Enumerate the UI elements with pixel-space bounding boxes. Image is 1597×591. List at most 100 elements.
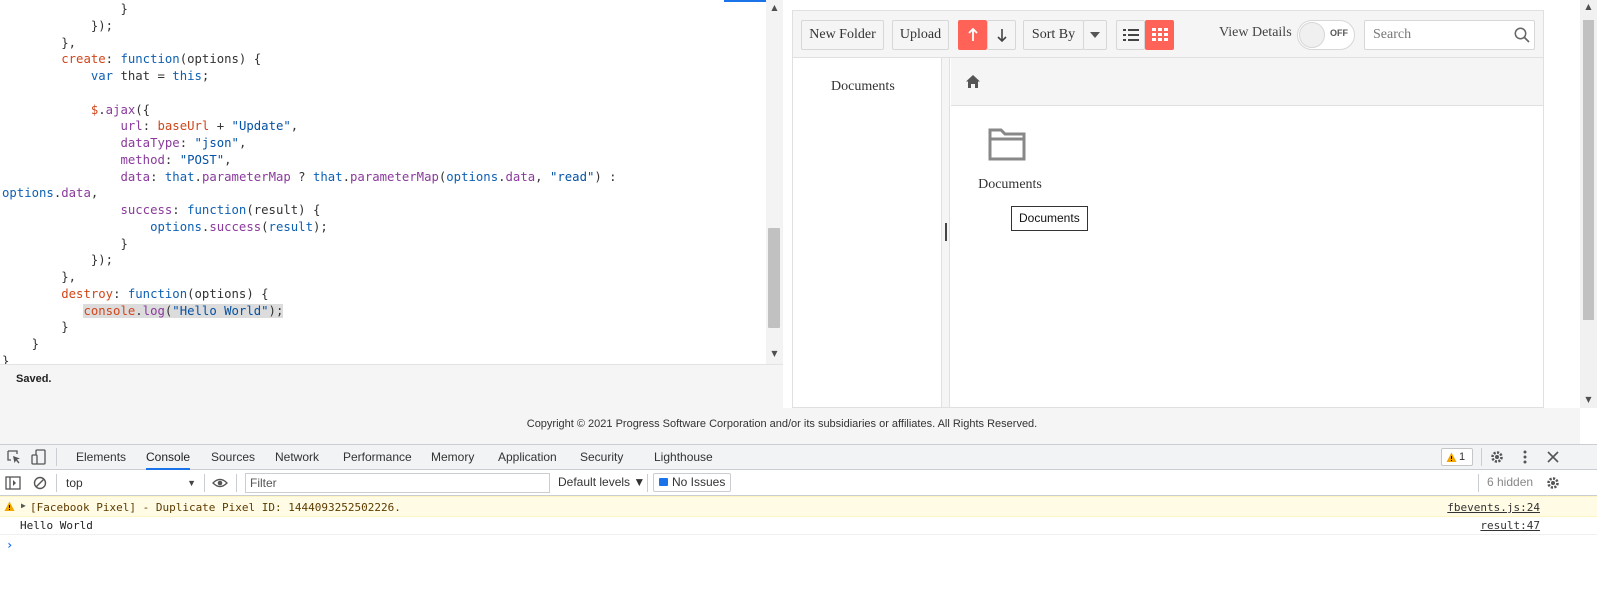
code-token: } (2, 320, 69, 335)
filter-input[interactable] (250, 476, 545, 490)
code-line[interactable]: create: function(options) { (2, 51, 261, 68)
code-line[interactable]: }, (2, 35, 76, 52)
folder-item-documents[interactable]: Documents (977, 126, 1043, 204)
clear-console-icon[interactable] (32, 475, 48, 491)
console-output[interactable]: ▶ [Facebook Pixel] - Duplicate Pixel ID:… (0, 496, 1597, 591)
sidebar-toggle-icon[interactable] (5, 475, 21, 491)
console-message-log[interactable]: Hello World result:47 (0, 517, 1597, 535)
code-token: : (105, 52, 121, 67)
list-view-button[interactable] (1116, 20, 1145, 50)
scroll-down-arrow-icon[interactable]: ▼ (766, 346, 783, 362)
upload-button[interactable]: Upload (892, 20, 949, 50)
code-line[interactable]: destroy: function(options) { (2, 286, 268, 303)
code-line[interactable]: } (2, 1, 127, 18)
page-scroll-up-icon[interactable]: ▲ (1580, 0, 1597, 14)
tab-network[interactable]: Network (275, 445, 319, 470)
home-icon[interactable] (965, 74, 981, 89)
scroll-up-arrow-icon[interactable]: ▲ (766, 0, 783, 16)
console-settings-gear-icon[interactable] (1545, 475, 1561, 491)
console-message-warning[interactable]: ▶ [Facebook Pixel] - Duplicate Pixel ID:… (0, 496, 1597, 517)
expand-triangle-icon[interactable]: ▶ (21, 501, 26, 510)
page-scrollbar[interactable]: ▲ ▼ (1580, 0, 1597, 408)
code-area[interactable]: } }); }, create: function(options) { var… (0, 0, 766, 364)
sort-by-dropdown-button[interactable] (1083, 20, 1107, 50)
sort-descending-button[interactable] (987, 20, 1016, 50)
code-token: , (224, 152, 232, 167)
console-filter[interactable] (245, 473, 550, 493)
code-token: (options) { (179, 52, 262, 67)
page-scroll-thumb[interactable] (1583, 20, 1594, 320)
log-levels-dropdown[interactable]: Default levels ▼ (558, 475, 645, 489)
tree-node-documents[interactable]: Documents (831, 79, 895, 95)
log-source-link[interactable]: result:47 (1480, 519, 1540, 532)
code-line[interactable]: $.ajax({ (2, 102, 150, 119)
live-expression-eye-icon[interactable] (212, 475, 228, 491)
code-line[interactable]: }); (2, 252, 113, 269)
settings-gear-icon[interactable] (1489, 449, 1505, 465)
sort-ascending-button[interactable] (958, 20, 987, 50)
code-line[interactable]: } (2, 353, 9, 364)
code-line[interactable]: data: that.parameterMap ? that.parameter… (2, 169, 616, 186)
code-line[interactable]: options.data, (2, 185, 98, 202)
code-line[interactable]: } (2, 319, 69, 336)
search-icon[interactable] (1513, 26, 1531, 44)
new-folder-button[interactable]: New Folder (801, 20, 884, 50)
tab-lighthouse[interactable]: Lighthouse (654, 445, 713, 470)
code-line[interactable]: method: "POST", (2, 152, 232, 169)
tab-memory[interactable]: Memory (431, 445, 474, 470)
code-token: . (342, 169, 351, 184)
console-prompt[interactable]: › (6, 538, 13, 552)
editor-scrollbar[interactable]: ▲ ▼ (766, 0, 783, 364)
code-line[interactable]: }); (2, 18, 113, 35)
arrow-up-icon (968, 28, 978, 41)
device-toolbar-icon[interactable] (31, 449, 47, 465)
editor-scroll-thumb[interactable] (768, 228, 780, 328)
folder-item-name: Documents (978, 177, 1042, 192)
code-token: this (172, 69, 202, 83)
warning-source-link[interactable]: fbevents.js:24 (1447, 501, 1540, 514)
code-line[interactable]: }, (2, 269, 76, 286)
code-line[interactable]: } (2, 236, 127, 253)
code-token: . (194, 169, 202, 184)
tab-console[interactable]: Console (146, 445, 191, 470)
code-line[interactable]: var that = this; (2, 68, 209, 85)
code-line[interactable]: } (2, 336, 39, 353)
inspect-element-icon[interactable] (6, 449, 22, 465)
folder-tree: Documents (793, 58, 942, 407)
code-token: "Update" (231, 119, 291, 134)
tab-elements[interactable]: Elements (76, 445, 126, 470)
code-line[interactable]: url: baseUrl + "Update", (2, 118, 298, 135)
code-line[interactable]: dataType: "json", (2, 135, 246, 152)
page-scroll-down-icon[interactable]: ▼ (1580, 393, 1597, 407)
search-box[interactable] (1364, 20, 1535, 50)
code-line[interactable]: options.success(result); (2, 219, 328, 236)
issues-button[interactable]: No Issues (653, 473, 732, 492)
code-editor[interactable]: } }); }, create: function(options) { var… (0, 0, 783, 364)
warnings-badge[interactable]: 1 (1441, 448, 1473, 466)
code-line[interactable]: console.log("Hello World"); (2, 303, 284, 320)
sort-by-button[interactable]: Sort By (1023, 20, 1084, 50)
switch-knob[interactable] (1299, 22, 1325, 48)
context-selector[interactable]: top ▼ (66, 474, 196, 492)
tab-application[interactable]: Application (498, 445, 557, 470)
splitter-grip[interactable] (945, 223, 947, 241)
code-token: ? (290, 169, 313, 184)
tab-security[interactable]: Security (580, 445, 623, 470)
tab-sources[interactable]: Sources (211, 445, 255, 470)
code-token: baseUrl (157, 119, 210, 134)
close-devtools-icon[interactable] (1545, 449, 1561, 465)
search-input[interactable] (1373, 26, 1511, 44)
grid-view-button[interactable] (1145, 20, 1174, 50)
log-text: Hello World (20, 519, 93, 532)
caret-down-icon (1090, 32, 1100, 38)
arrow-down-icon (997, 29, 1007, 42)
pane-splitter[interactable] (942, 58, 950, 407)
more-options-icon[interactable] (1517, 449, 1533, 465)
code-line[interactable]: success: function(result) { (2, 202, 320, 219)
code-token: data (120, 169, 151, 184)
switch-state-label: OFF (1330, 28, 1348, 38)
view-details-label: View Details (1219, 25, 1292, 40)
view-details-switch[interactable]: OFF (1297, 20, 1355, 50)
tab-performance[interactable]: Performance (343, 445, 412, 470)
